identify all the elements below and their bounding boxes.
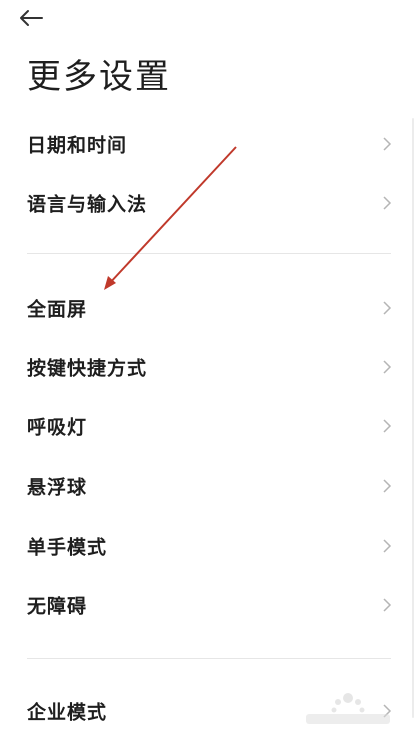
setting-item-one-handed-mode[interactable]: 单手模式 [0,518,418,574]
setting-item-breathing-light[interactable]: 呼吸灯 [0,398,418,454]
watermark-logo [306,693,390,724]
chevron-right-icon [382,418,392,434]
setting-item-label: 企业模式 [27,701,108,724]
setting-item-label: 单手模式 [27,536,108,559]
chevron-right-icon [382,359,392,375]
chevron-right-icon [382,478,392,494]
chevron-right-icon [382,136,392,152]
chevron-right-icon [382,195,392,211]
setting-item-date-time[interactable]: 日期和时间 [0,116,418,172]
setting-item-label: 无障碍 [27,595,88,618]
settings-list: 日期和时间 语言与输入法 全面屏 按键快捷方式 呼吸灯 悬浮球 单手模式 无障碍… [0,0,418,743]
chevron-right-icon [382,597,392,613]
setting-item-label: 日期和时间 [27,134,128,157]
chevron-right-icon [382,538,392,554]
setting-item-button-shortcuts[interactable]: 按键快捷方式 [0,339,418,395]
setting-item-accessibility[interactable]: 无障碍 [0,577,418,633]
section-divider [27,658,391,659]
setting-item-floating-ball[interactable]: 悬浮球 [0,458,418,514]
setting-item-label: 呼吸灯 [27,416,88,439]
setting-item-label: 悬浮球 [27,476,88,499]
setting-item-label: 语言与输入法 [27,193,148,216]
chevron-right-icon [382,300,392,316]
setting-item-label: 按键快捷方式 [27,357,148,380]
section-divider [27,253,391,254]
setting-item-label: 全面屏 [27,298,88,321]
setting-item-language-input[interactable]: 语言与输入法 [0,175,418,231]
setting-item-full-screen[interactable]: 全面屏 [0,280,418,336]
